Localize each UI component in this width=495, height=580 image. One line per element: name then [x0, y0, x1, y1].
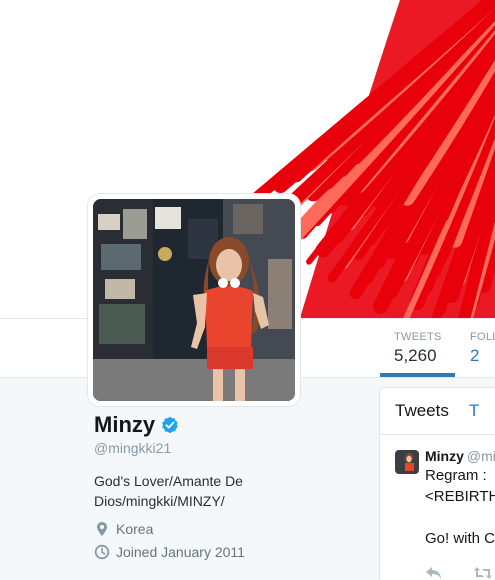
following-label: FOLL	[470, 331, 495, 343]
timeline-panel: Tweets T Minzy @mi Regram : <REBIRTH Go! …	[379, 387, 495, 580]
profile-joined: Joined January 2011	[94, 544, 364, 560]
tweet-author-handle[interactable]: @mi	[467, 448, 495, 464]
nav-tweets-stat[interactable]: TWEETS 5,260	[380, 319, 455, 377]
location-text: Korea	[116, 521, 154, 537]
tweet-item[interactable]: Minzy @mi Regram : <REBIRTH Go! with C	[380, 435, 495, 549]
location-pin-icon	[97, 522, 107, 536]
tweets-label: TWEETS	[394, 331, 442, 343]
tweet-avatar[interactable]	[395, 450, 419, 474]
retweet-icon[interactable]	[473, 566, 493, 580]
tweet-author-name[interactable]: Minzy	[425, 448, 464, 464]
tweet-text: Regram : <REBIRTH Go! with C	[425, 467, 495, 547]
timeline-tabs: Tweets T	[380, 388, 495, 435]
tweet-avatar-image	[395, 450, 419, 474]
profile-bio: God's Lover/Amante De Dios/mingkki/MINZY…	[94, 473, 243, 509]
profile-name[interactable]: Minzy	[94, 412, 155, 438]
tweet-header: Minzy @mi	[425, 448, 495, 464]
nav-following-stat[interactable]: FOLL 2	[470, 319, 495, 377]
calendar-clock-icon	[94, 544, 110, 560]
joined-text: Joined January 2011	[116, 544, 245, 560]
profile-handle[interactable]: @mingkki21	[94, 440, 364, 456]
profile-card: Minzy @mingkki21 God's Lover/Amante De D…	[94, 412, 364, 560]
profile-location: Korea	[94, 521, 364, 537]
avatar	[93, 199, 295, 401]
tab-tweets[interactable]: Tweets	[395, 401, 449, 421]
tweets-count: 5,260	[394, 346, 437, 365]
tab-tweets-and-replies[interactable]: T	[469, 401, 479, 421]
profile-avatar-frame[interactable]	[88, 194, 300, 406]
following-count: 2	[470, 346, 480, 365]
verified-badge-icon	[162, 416, 178, 434]
tweet-actions	[425, 566, 495, 580]
avatar-photo	[93, 199, 295, 401]
reply-icon[interactable]	[425, 566, 443, 580]
